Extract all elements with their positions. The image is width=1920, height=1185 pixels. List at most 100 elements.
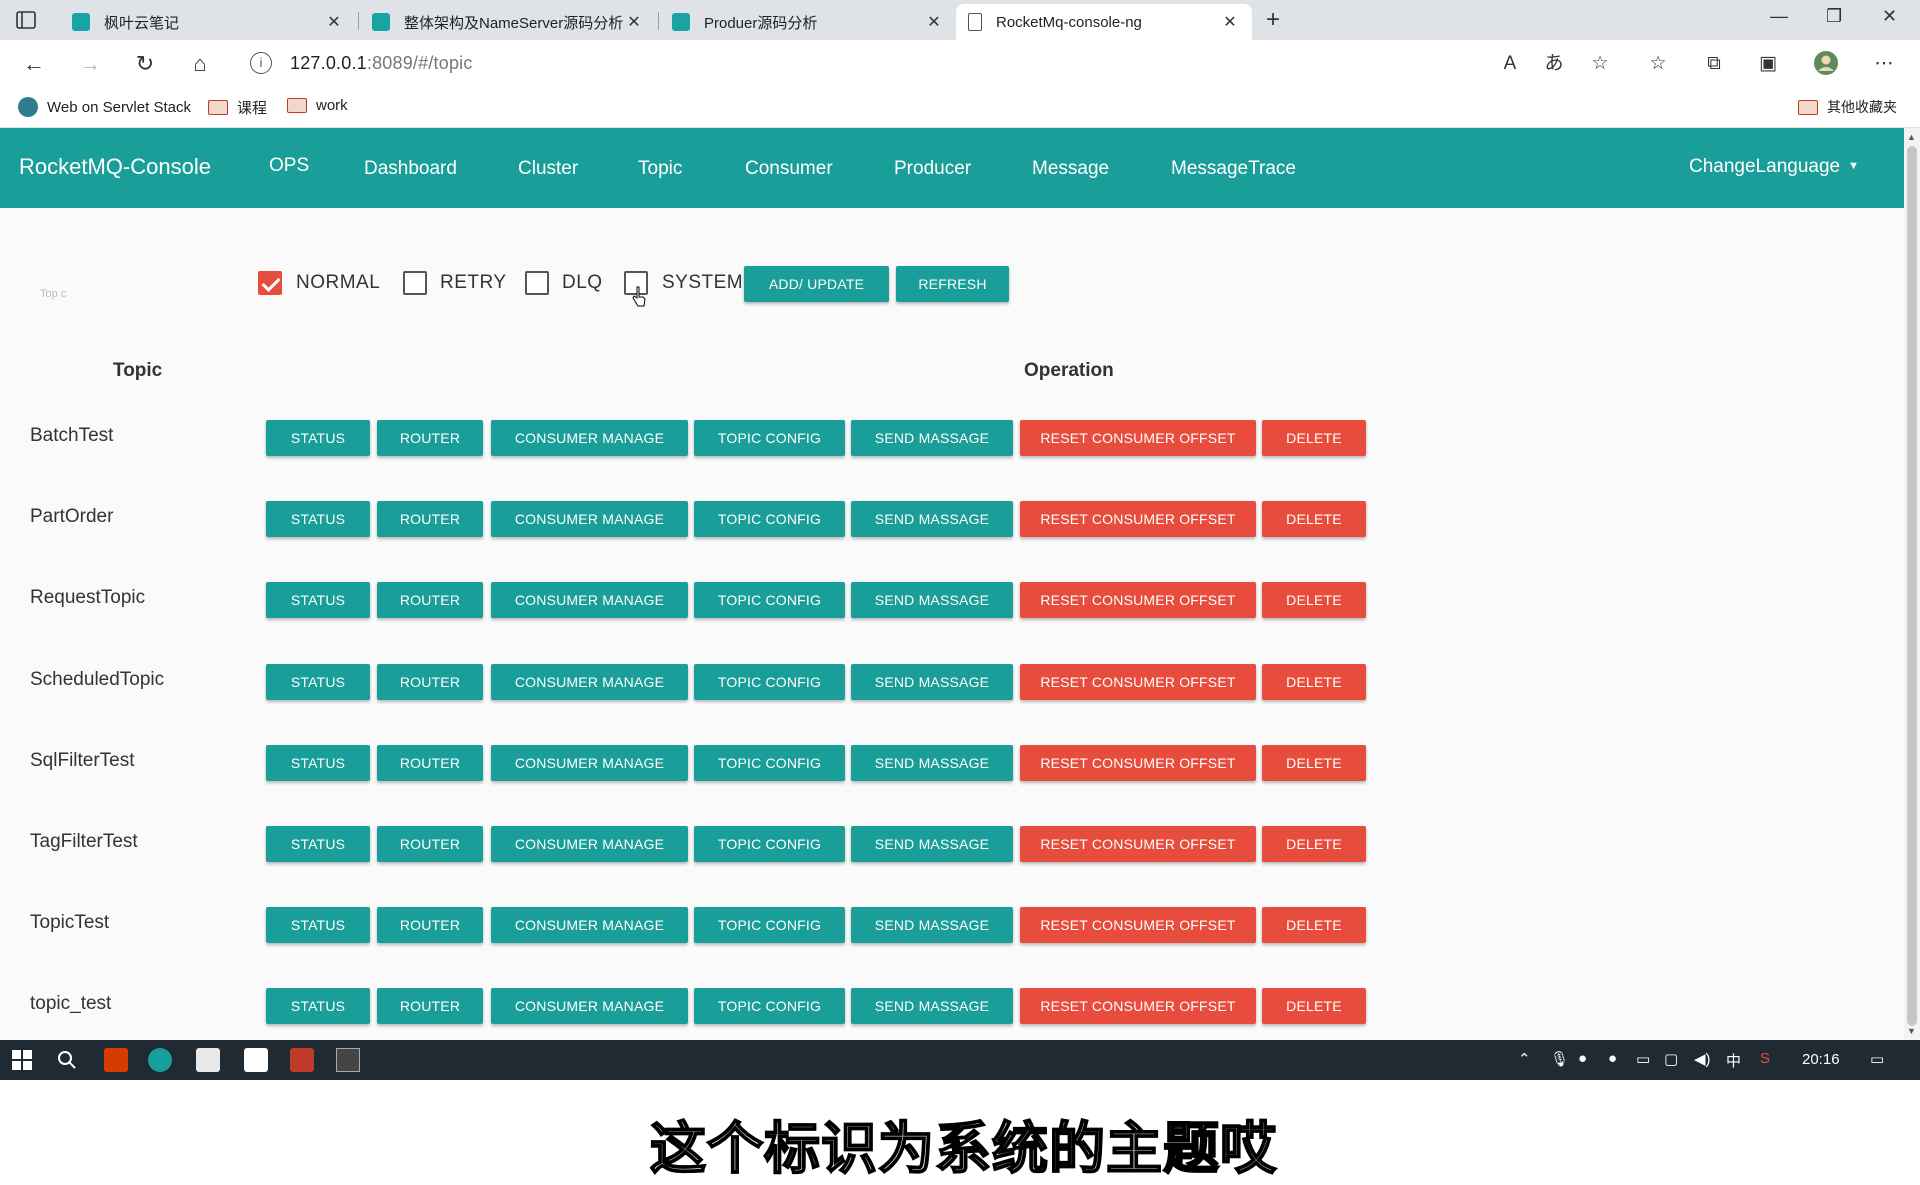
add-update-button[interactable]: ADD/ UPDATE — [744, 266, 889, 302]
notes-app-icon[interactable] — [244, 1048, 268, 1072]
topic-config-button[interactable]: TOPIC CONFIG — [694, 501, 845, 538]
send-message-button[interactable]: SEND MASSAGE — [851, 501, 1013, 538]
scrollbar-thumb[interactable] — [1907, 146, 1917, 1026]
dlq-checkbox[interactable] — [525, 271, 549, 295]
close-tab-icon[interactable]: ✕ — [624, 12, 644, 32]
nav-cluster[interactable]: Cluster — [518, 158, 578, 180]
nav-ops[interactable]: OPS — [269, 155, 309, 177]
site-info-icon[interactable]: i — [250, 52, 272, 74]
send-message-button[interactable]: SEND MASSAGE — [851, 663, 1013, 700]
router-button[interactable]: ROUTER — [377, 826, 483, 862]
close-tab-icon[interactable]: ✕ — [924, 12, 944, 32]
status-button[interactable]: STATUS — [266, 744, 370, 781]
browser-tab-2[interactable]: 整体架构及NameServer源码分析 ✕ — [360, 4, 656, 40]
volume-icon[interactable]: ◀) — [1694, 1050, 1711, 1068]
read-aloud-icon[interactable]: A — [1496, 50, 1524, 78]
windows-start-icon[interactable] — [10, 1048, 34, 1072]
close-tab-icon[interactable]: ✕ — [324, 12, 344, 32]
router-button[interactable]: ROUTER — [377, 907, 483, 944]
battery-icon[interactable]: ▭ — [1636, 1050, 1650, 1068]
delete-button[interactable]: DELETE — [1262, 420, 1366, 456]
reset-consumer-offset-button[interactable]: RESET CONSUMER OFFSET — [1020, 826, 1256, 862]
scroll-down-icon[interactable]: ▼ — [1907, 1026, 1916, 1036]
reset-consumer-offset-button[interactable]: RESET CONSUMER OFFSET — [1020, 907, 1256, 944]
reload-icon[interactable]: ↻ — [131, 50, 159, 78]
restore-icon[interactable]: ❐ — [1826, 6, 1842, 27]
send-message-button[interactable]: SEND MASSAGE — [851, 582, 1013, 619]
close-tab-icon[interactable]: ✕ — [1220, 12, 1240, 32]
tray-app-icon[interactable]: ● — [1608, 1050, 1617, 1067]
status-button[interactable]: STATUS — [266, 907, 370, 944]
normal-checkbox[interactable] — [258, 271, 282, 295]
status-button[interactable]: STATUS — [266, 663, 370, 700]
bookmark-folder-course[interactable]: 课程 — [208, 97, 267, 118]
delete-button[interactable]: DELETE — [1262, 988, 1366, 1025]
tab-actions-icon[interactable] — [14, 8, 38, 32]
sogou-icon[interactable]: S — [1760, 1050, 1770, 1067]
consumer-manage-button[interactable]: CONSUMER MANAGE — [491, 501, 688, 538]
refresh-button[interactable]: REFRESH — [896, 266, 1009, 302]
powerpoint-icon[interactable] — [104, 1048, 128, 1072]
topic-config-button[interactable]: TOPIC CONFIG — [694, 744, 845, 781]
topic-config-button[interactable]: TOPIC CONFIG — [694, 663, 845, 700]
reset-consumer-offset-button[interactable]: RESET CONSUMER OFFSET — [1020, 582, 1256, 619]
status-button[interactable]: STATUS — [266, 582, 370, 619]
topic-config-button[interactable]: TOPIC CONFIG — [694, 988, 845, 1025]
reset-consumer-offset-button[interactable]: RESET CONSUMER OFFSET — [1020, 420, 1256, 456]
window-close-icon[interactable]: ✕ — [1882, 6, 1897, 27]
scroll-up-icon[interactable]: ▲ — [1907, 132, 1916, 142]
delete-button[interactable]: DELETE — [1262, 501, 1366, 538]
status-button[interactable]: STATUS — [266, 501, 370, 538]
router-button[interactable]: ROUTER — [377, 744, 483, 781]
browser-tab-3[interactable]: Produer源码分析 ✕ — [660, 4, 956, 40]
router-button[interactable]: ROUTER — [377, 988, 483, 1025]
browser-app-icon[interactable] — [290, 1048, 314, 1072]
browser-tab-1[interactable]: 枫叶云笔记 ✕ — [60, 4, 356, 40]
nav-message[interactable]: Message — [1032, 158, 1109, 180]
send-message-button[interactable]: SEND MASSAGE — [851, 988, 1013, 1025]
topic-config-button[interactable]: TOPIC CONFIG — [694, 420, 845, 456]
microphone-icon[interactable]: 🎙 — [1550, 1050, 1569, 1068]
page-scrollbar[interactable]: ▲ ▼ — [1904, 128, 1920, 1040]
back-icon[interactable]: ← — [20, 50, 48, 78]
delete-button[interactable]: DELETE — [1262, 826, 1366, 862]
status-button[interactable]: STATUS — [266, 420, 370, 456]
bookmark-folder-work[interactable]: work — [287, 97, 348, 114]
consumer-manage-button[interactable]: CONSUMER MANAGE — [491, 988, 688, 1025]
minimize-icon[interactable]: — — [1770, 6, 1788, 27]
consumer-manage-button[interactable]: CONSUMER MANAGE — [491, 744, 688, 781]
nav-topic[interactable]: Topic — [638, 158, 682, 180]
delete-button[interactable]: DELETE — [1262, 663, 1366, 700]
router-button[interactable]: ROUTER — [377, 663, 483, 700]
topic-config-button[interactable]: TOPIC CONFIG — [694, 826, 845, 862]
add-favorite-icon[interactable]: ☆ — [1586, 50, 1614, 78]
collections-icon[interactable]: ⧉ — [1700, 50, 1728, 78]
delete-button[interactable]: DELETE — [1262, 907, 1366, 944]
browser-tab-active[interactable]: RocketMq-console-ng ✕ — [956, 4, 1252, 40]
reset-consumer-offset-button[interactable]: RESET CONSUMER OFFSET — [1020, 744, 1256, 781]
nav-message-trace[interactable]: MessageTrace — [1171, 158, 1296, 180]
status-button[interactable]: STATUS — [266, 988, 370, 1025]
reset-consumer-offset-button[interactable]: RESET CONSUMER OFFSET — [1020, 663, 1256, 700]
favorites-icon[interactable]: ☆ — [1644, 50, 1672, 78]
profile-avatar-icon[interactable] — [1812, 50, 1840, 78]
reset-consumer-offset-button[interactable]: RESET CONSUMER OFFSET — [1020, 501, 1256, 538]
consumer-manage-button[interactable]: CONSUMER MANAGE — [491, 826, 688, 862]
translate-icon[interactable]: あ — [1540, 50, 1568, 78]
topic-config-button[interactable]: TOPIC CONFIG — [694, 582, 845, 619]
change-language-dropdown[interactable]: ChangeLanguage ▼ — [1689, 156, 1859, 178]
app-brand[interactable]: RocketMQ-Console — [19, 154, 211, 180]
router-button[interactable]: ROUTER — [377, 501, 483, 538]
consumer-manage-button[interactable]: CONSUMER MANAGE — [491, 907, 688, 944]
terminal-icon[interactable] — [336, 1048, 360, 1072]
clock[interactable]: 20:16 — [1802, 1051, 1840, 1068]
url-field[interactable]: 127.0.0.1:8089/#/topic — [290, 53, 473, 74]
ime-indicator[interactable]: 中 — [1726, 1050, 1741, 1071]
more-menu-icon[interactable]: ⋯ — [1870, 50, 1898, 78]
send-message-button[interactable]: SEND MASSAGE — [851, 907, 1013, 944]
home-icon[interactable]: ⌂ — [186, 50, 214, 78]
router-button[interactable]: ROUTER — [377, 582, 483, 619]
nav-consumer[interactable]: Consumer — [745, 158, 833, 180]
notifications-icon[interactable]: ▭ — [1870, 1050, 1884, 1068]
reset-consumer-offset-button[interactable]: RESET CONSUMER OFFSET — [1020, 988, 1256, 1025]
